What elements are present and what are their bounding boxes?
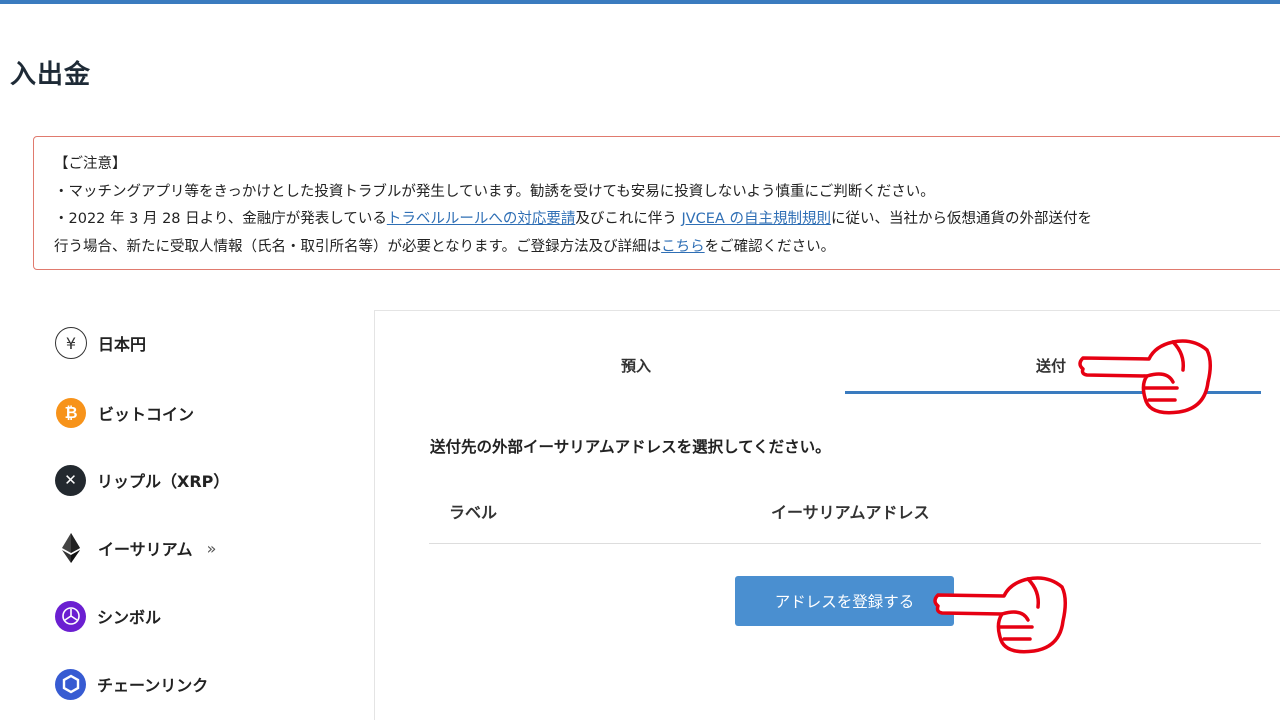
sidebar-item-label: ビットコイン xyxy=(98,405,195,424)
details-link[interactable]: こちら xyxy=(661,239,705,255)
notice-line-2: ・2022 年 3 月 28 日より、金融庁が発表しているトラベルルールへの対応… xyxy=(54,206,1272,234)
top-accent-bar xyxy=(0,0,1280,4)
bitcoin-icon: ₿ xyxy=(56,398,86,428)
chevron-right-icon: » xyxy=(206,538,217,558)
sidebar-item-ethereum[interactable]: イーサリアム » xyxy=(55,532,216,564)
notice-text: をご確認ください。 xyxy=(704,238,836,255)
chainlink-icon xyxy=(55,668,86,700)
notice-line-1: ・マッチングアプリ等をきっかけとした投資トラブルが発生しています。勧誘を受けても… xyxy=(54,183,935,200)
pointing-hand-icon xyxy=(933,576,1067,654)
column-header-address: イーサリアムアドレス xyxy=(771,503,930,522)
column-header-label: ラベル xyxy=(449,503,498,522)
currency-sidebar: ¥ 日本円 ₿ ビットコイン ✕ リップル（XRP） イーサリアム » シンボル xyxy=(0,310,374,720)
instruction-text: 送付先の外部イーサリアムアドレスを選択してください。 xyxy=(430,438,831,456)
notice-text: 及びこれに伴う xyxy=(575,211,682,227)
yen-icon: ¥ xyxy=(55,327,87,359)
sidebar-item-label: リップル（XRP） xyxy=(97,472,230,491)
table-divider xyxy=(429,543,1261,544)
ethereum-icon xyxy=(55,532,87,564)
page-title: 入出金 xyxy=(10,60,92,90)
travel-rule-link[interactable]: トラベルルールへの対応要請 xyxy=(387,211,576,227)
notice-line-3: 行う場合、新たに受取人情報（氏名・取引所名等）が必要となります。ご登録方法及び詳… xyxy=(54,234,1272,262)
tab-send[interactable]: 送付 xyxy=(1036,355,1066,376)
jvcea-rules-link[interactable]: JVCEA の自主規制規則 xyxy=(681,211,831,227)
sidebar-item-label: 日本円 xyxy=(98,335,147,354)
sidebar-item-chainlink[interactable]: チェーンリンク xyxy=(55,668,208,700)
sidebar-item-symbol[interactable]: シンボル xyxy=(55,600,161,632)
notice-text: に従い、当社から仮想通貨の外部送付を xyxy=(830,211,1092,227)
sidebar-item-label: イーサリアム xyxy=(98,540,193,559)
sidebar-item-jpy[interactable]: ¥ 日本円 xyxy=(55,327,146,359)
register-address-button[interactable]: アドレスを登録する xyxy=(735,576,954,626)
ripple-icon: ✕ xyxy=(55,464,86,496)
tab-deposit[interactable]: 預入 xyxy=(621,355,651,376)
sidebar-item-bitcoin[interactable]: ₿ ビットコイン xyxy=(55,397,194,429)
notice-box: 【ご注意】 ・マッチングアプリ等をきっかけとした投資トラブルが発生しています。勧… xyxy=(33,136,1280,270)
transfer-panel: 預入 送付 送付先の外部イーサリアムアドレスを選択してください。 ラベル イーサ… xyxy=(374,310,1280,720)
sidebar-item-label: シンボル xyxy=(97,608,162,627)
notice-text: 行う場合、新たに受取人情報（氏名・取引所名等）が必要となります。ご登録方法及び詳… xyxy=(54,238,662,255)
pointing-hand-icon xyxy=(1078,339,1212,415)
notice-text: ・2022 年 3 月 28 日より、金融庁が発表している xyxy=(54,211,387,227)
notice-heading: 【ご注意】 xyxy=(54,156,127,172)
symbol-icon xyxy=(55,600,86,632)
sidebar-item-label: チェーンリンク xyxy=(97,676,209,695)
sidebar-item-ripple[interactable]: ✕ リップル（XRP） xyxy=(55,464,229,496)
